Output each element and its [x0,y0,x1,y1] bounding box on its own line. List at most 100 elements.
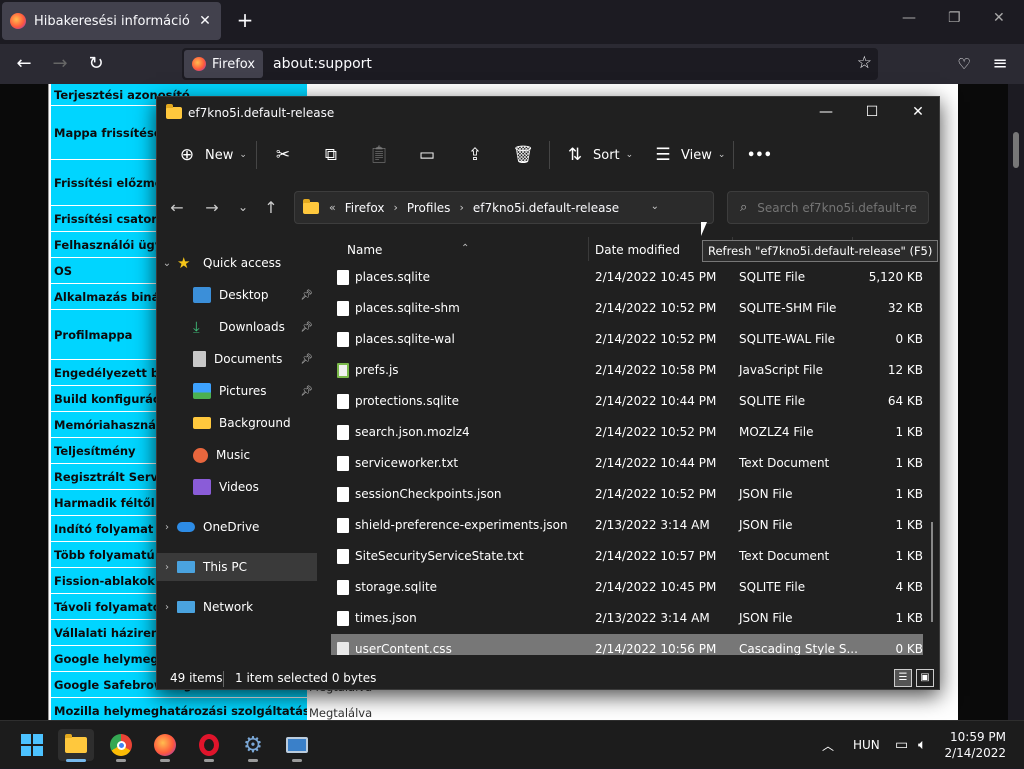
file-size: 1 KB [895,456,923,470]
up-arrow-icon[interactable]: ↑ [261,198,281,217]
start-button[interactable] [14,729,50,761]
file-row[interactable]: places.sqlite-wal 2/14/2022 10:52 PM SQLIT… [331,324,923,355]
page-scrollbar[interactable] [1008,84,1024,720]
details-view-icon[interactable]: ☰ [894,669,912,687]
nav-downloads[interactable]: ⤓ Downloads 📌︎ [157,313,317,341]
column-divider[interactable] [588,237,589,261]
system-clock[interactable]: 10:59 PM 2/14/2022 [944,729,1006,761]
address-bar[interactable]: « Firefox › Profiles › ef7kno5i.default-… [294,191,851,224]
search-box[interactable]: ⌕ [727,191,929,224]
file-row[interactable]: places.sqlite 2/14/2022 10:45 PM SQLITE Fi… [331,262,923,293]
nav-network[interactable]: › Network [157,593,317,621]
rename-button[interactable]: ▭ [415,143,439,167]
copy-button[interactable]: ⧉ [319,143,343,167]
expand-chevron-icon[interactable]: ⌄ [157,258,177,269]
nav-desktop[interactable]: Desktop 📌︎ [157,281,317,309]
nav-background[interactable]: Background [157,409,317,437]
new-button[interactable]: ⊕ New ⌄ [175,143,247,167]
opera-taskbar-button[interactable] [191,729,227,762]
language-indicator[interactable]: HUN [853,721,880,769]
minimize-icon[interactable]: — [803,97,849,127]
forward-arrow-icon[interactable]: → [202,198,222,217]
share-button[interactable]: ⇪ [463,143,487,167]
reload-icon[interactable]: ↻ [84,52,108,76]
bookmark-star-icon[interactable]: ☆ [857,53,872,73]
table-value: Megtalálva [309,706,373,720]
file-row[interactable]: storage.sqlite 2/14/2022 10:45 PM SQLITE F… [331,572,923,603]
breadcrumb-chevron-icon[interactable]: › [393,201,397,214]
recent-locations-chevron-icon[interactable]: ⌄ [233,200,253,214]
view-button[interactable]: ☰ View ⌄ [651,143,725,167]
minimize-window-icon[interactable]: — [902,10,916,26]
firefox-taskbar-button[interactable] [147,729,183,762]
breadcrumb-chevron-icon[interactable]: › [459,201,463,214]
close-tab-icon[interactable]: ✕ [197,13,213,29]
cut-button[interactable]: ✂ [271,143,295,167]
url-text[interactable]: about:support [273,56,372,72]
search-input[interactable] [757,200,918,215]
file-row[interactable]: SiteSecurityServiceState.txt 2/14/2022 10… [331,541,923,572]
file-row[interactable]: places.sqlite-shm 2/14/2022 10:52 PM SQLIT… [331,293,923,324]
breadcrumb-item[interactable]: ef7kno5i.default-release [473,201,619,215]
close-window-icon[interactable]: ✕ [993,10,1005,26]
identity-box[interactable]: Firefox [184,50,264,78]
back-arrow-icon[interactable]: ← [12,52,36,76]
nav-onedrive[interactable]: › OneDrive [157,513,317,541]
breadcrumb-item[interactable]: Profiles [407,201,451,215]
url-bar[interactable]: Firefox about:support ☆ [182,48,878,80]
expand-chevron-icon[interactable]: › [157,562,177,573]
file-size: 5,120 KB [868,270,923,284]
file-icon [337,332,349,347]
remote-desktop-taskbar-button[interactable] [279,729,315,762]
restore-window-icon[interactable]: ❐ [948,10,961,26]
file-row[interactable]: protections.sqlite 2/14/2022 10:44 PM SQLI… [331,386,923,417]
file-list-scrollbar[interactable] [931,522,933,622]
expand-chevron-icon[interactable]: › [157,602,177,613]
delete-button[interactable]: 🗑︎ [511,143,535,167]
file-row[interactable]: userContent.css 2/14/2022 10:56 PM Cascadi… [331,634,923,655]
column-date[interactable]: Date modified [595,243,680,257]
file-explorer-window: ef7kno5i.default-release — ☐ ✕ ⊕ New ⌄ ✂… [156,96,940,690]
sort-button[interactable]: ⇅ Sort ⌄ [563,143,633,167]
network-status-icon[interactable]: ▭ [895,721,908,769]
file-row[interactable]: prefs.js 2/14/2022 10:58 PM JavaScript Fil… [331,355,923,386]
address-dropdown-icon[interactable]: ⌄ [651,201,659,212]
opera-icon [199,734,219,756]
item-count: 49 items [170,671,223,685]
new-tab-button[interactable]: + [233,8,257,32]
hamburger-menu-icon[interactable]: ≡ [988,52,1012,76]
nav-pictures[interactable]: Pictures 📌︎ [157,377,317,405]
show-hidden-icons[interactable]: ︿ [822,721,834,769]
nav-quick-access[interactable]: ⌄ ★ Quick access [157,249,317,277]
firefox-tab-active[interactable]: Hibakeresési információ ✕ [2,2,221,40]
file-row[interactable]: search.json.mozlz4 2/14/2022 10:52 PM MOZL… [331,417,923,448]
column-name[interactable]: Name [347,243,382,257]
maximize-icon[interactable]: ☐ [849,97,895,127]
forward-arrow-icon[interactable]: → [48,52,72,76]
desktop-icon [193,287,211,303]
nav-music[interactable]: Music [157,441,317,469]
speaker-icon[interactable]: 🔈︎ [918,721,926,769]
breadcrumb-overflow[interactable]: « [329,201,336,214]
chrome-taskbar-button[interactable] [103,729,139,762]
scrollbar-thumb[interactable] [1013,132,1019,168]
settings-taskbar-button[interactable]: ⚙ [235,729,271,762]
breadcrumb-item[interactable]: Firefox [345,201,385,215]
expand-chevron-icon[interactable]: › [157,522,177,533]
paste-button[interactable]: 📋︎ [367,143,391,167]
file-row[interactable]: sessionCheckpoints.json 2/14/2022 10:52 P… [331,479,923,510]
nav-videos[interactable]: Videos [157,473,317,501]
nav-this-pc[interactable]: › This PC [157,553,317,581]
file-row[interactable]: times.json 2/13/2022 3:14 AM JSON File 1 KB [331,603,923,634]
file-explorer-taskbar-button[interactable] [58,729,94,762]
file-size: 1 KB [895,425,923,439]
more-options-button[interactable]: ••• [747,143,772,167]
file-row[interactable]: shield-preference-experiments.json 2/13/2… [331,510,923,541]
nav-documents[interactable]: Documents 📌︎ [157,345,317,373]
large-icons-view-icon[interactable]: ▣ [916,669,934,687]
back-arrow-icon[interactable]: ← [167,198,187,217]
pocket-icon[interactable]: ♡ [952,52,976,76]
close-icon[interactable]: ✕ [895,97,941,127]
clipboard-icon: 📋︎ [368,145,390,165]
file-row[interactable]: serviceworker.txt 2/14/2022 10:44 PM Text … [331,448,923,479]
